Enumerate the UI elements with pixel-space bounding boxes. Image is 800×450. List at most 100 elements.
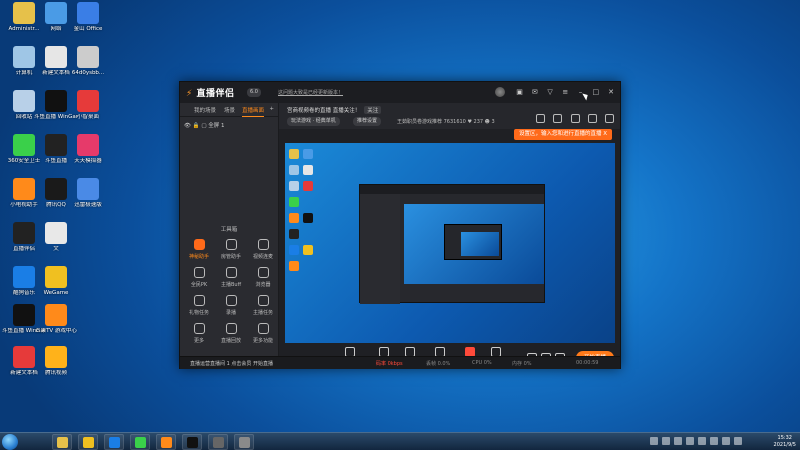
desktop-icon-label: 金山 Office xyxy=(73,26,103,32)
right-tools xyxy=(530,114,614,125)
taskbar-app-explorer[interactable] xyxy=(52,434,72,450)
preview-icon xyxy=(289,197,299,207)
app-icon xyxy=(13,266,35,288)
explorer-icon xyxy=(57,437,68,448)
maximize-button[interactable]: □ xyxy=(591,87,601,97)
room-title: 宫商视频卷的直播 直播关注！ 关注 xyxy=(287,106,382,114)
tool-icon xyxy=(193,267,205,278)
mail-icon[interactable]: ✉ xyxy=(530,87,540,97)
taskbar: 15:32 2021/9/5 xyxy=(0,432,800,450)
shirt-icon[interactable]: ▽ xyxy=(545,87,555,97)
app-icon xyxy=(45,134,67,156)
tool-icon xyxy=(193,323,205,334)
close-button[interactable]: ✕ xyxy=(606,87,616,97)
tool-label: 全民PK xyxy=(190,282,208,288)
title-bar: ⚡ 直播伴侣 6.0 这问题大致是已经更新版本！ ▣ ✉ ▽ ≡ – □ ✕ xyxy=(180,82,620,103)
desktop-icon[interactable]: 文 xyxy=(34,222,78,253)
left-tabs: 我的场景 场景 直播画面 + xyxy=(180,103,278,117)
tab-live-view[interactable]: 直播画面 xyxy=(242,106,265,117)
tool-item[interactable]: 直播回放 xyxy=(216,323,246,344)
clipboard-icon[interactable] xyxy=(570,114,580,123)
desktop-icon[interactable]: WeGame xyxy=(34,266,78,297)
hint-banner[interactable]: 设置区，输入您和进行直播的直播 X xyxy=(513,129,612,140)
app-logo: ⚡ 直播伴侣 xyxy=(186,89,235,99)
desktop-icon[interactable]: 迅雷极速版 xyxy=(66,178,110,209)
tool-item[interactable]: 房管助手 xyxy=(216,239,246,260)
desktop-icon[interactable]: 小智桌面 xyxy=(66,90,110,121)
taskbar-app-streamer[interactable] xyxy=(234,434,254,450)
preview-icon xyxy=(303,165,313,175)
streamer-icon xyxy=(239,437,250,448)
tool-item[interactable]: 神秘助手 xyxy=(184,239,214,260)
category-pill[interactable]: 玩法游戏 · 经典单机 xyxy=(287,117,340,126)
preview-icon xyxy=(303,149,313,159)
tool-item[interactable]: 主播Buff xyxy=(216,267,246,288)
taskbar-app-qq[interactable] xyxy=(182,434,202,450)
app-icon xyxy=(77,134,99,156)
screenshot-icon[interactable] xyxy=(536,114,546,123)
room-info-bar: 宫商视频卷的直播 直播关注！ 关注 玩法游戏 · 经典单机 推荐设置 王茹职员卷游… xyxy=(279,103,620,129)
tool-label: 房管助手 xyxy=(220,254,241,260)
preview-nested-window xyxy=(359,184,545,304)
message-icon[interactable]: ▣ xyxy=(515,87,525,97)
tool-item[interactable]: 礼物任务 xyxy=(184,295,214,316)
tool-item[interactable]: 浏览器 xyxy=(248,267,278,288)
player-icon xyxy=(135,437,146,448)
app-icon xyxy=(77,2,99,24)
tool-item[interactable]: 视频连麦 xyxy=(248,239,278,260)
scene-item[interactable]: 👁 🔒 ▢ 全屏 1 xyxy=(184,121,225,129)
tool-label: 礼物任务 xyxy=(188,310,209,316)
bell-icon[interactable] xyxy=(587,114,597,123)
tool-label: 视频连麦 xyxy=(252,254,273,260)
add-scene-button[interactable]: + xyxy=(269,106,274,112)
tool-icon xyxy=(225,323,237,334)
desktop-icon[interactable]: 芒果TV 游戏中心 xyxy=(34,304,78,335)
tool-item[interactable]: 更多功能 xyxy=(248,323,278,344)
share-icon[interactable] xyxy=(605,114,614,123)
preview-icon xyxy=(289,229,299,239)
taskbar-app-douyin[interactable] xyxy=(156,434,176,450)
clock[interactable]: 15:32 2021/9/5 xyxy=(774,435,796,449)
status-bitrate: 码率 0kbps xyxy=(376,361,403,367)
notice-link[interactable]: 这问题大致是已经更新版本！ xyxy=(278,89,343,96)
preview-icon xyxy=(289,213,299,223)
desktop-icon[interactable]: 64d0ysbb... xyxy=(66,46,110,77)
taskbar-app-kugou[interactable] xyxy=(104,434,124,450)
wegame-icon xyxy=(83,437,94,448)
tool-icon xyxy=(257,323,269,334)
follow-button[interactable]: 关注 xyxy=(364,106,382,114)
tool-item[interactable]: 录播 xyxy=(216,295,246,316)
tab-scenes[interactable]: 场景 xyxy=(224,106,235,114)
tool-icon xyxy=(257,295,269,306)
status-tip: 直播运营直播间 1 点击会员 开始直播 xyxy=(190,361,273,367)
desktop-icon-label: 芒果TV 游戏中心 xyxy=(35,328,77,334)
tool-label: 录播 xyxy=(225,310,236,316)
desktop-icon[interactable]: 金山 Office xyxy=(66,2,110,33)
avatar[interactable] xyxy=(495,87,506,97)
app-icon xyxy=(45,222,67,244)
desktop-icon-label: 文 xyxy=(53,246,59,252)
start-button[interactable] xyxy=(2,434,18,450)
desktop-icon[interactable]: 腾讯视频 xyxy=(34,346,78,377)
taskbar-app-broadcast[interactable] xyxy=(208,434,228,450)
settings-pill[interactable]: 推荐设置 xyxy=(353,117,382,126)
desktop-icon-label: 64d0ysbb... xyxy=(71,70,105,76)
taskbar-app-wegame[interactable] xyxy=(78,434,98,450)
desktop-icon[interactable]: 天天模拟器 xyxy=(66,134,110,165)
menu-icon[interactable]: ≡ xyxy=(560,87,570,97)
app-icon xyxy=(13,346,35,368)
tool-item[interactable]: 主播任务 xyxy=(248,295,278,316)
tool-item[interactable]: 全民PK xyxy=(184,267,214,288)
tab-my-scenes[interactable]: 我的场景 xyxy=(194,106,216,114)
app-icon xyxy=(13,304,35,326)
status-memory: 内存 0% xyxy=(512,361,532,367)
lock-icon[interactable] xyxy=(553,114,563,123)
live-preview[interactable] xyxy=(285,143,615,343)
desktop-icon-label: 天天模拟器 xyxy=(74,158,102,164)
tool-icon xyxy=(225,239,237,250)
app-icon xyxy=(45,304,67,326)
taskbar-app-player[interactable] xyxy=(130,434,150,450)
tool-item[interactable]: 更多 xyxy=(184,323,214,344)
status-dropped: 丢帧 0.0% xyxy=(426,361,451,367)
toolbox-header: 工具箱 xyxy=(220,227,238,233)
